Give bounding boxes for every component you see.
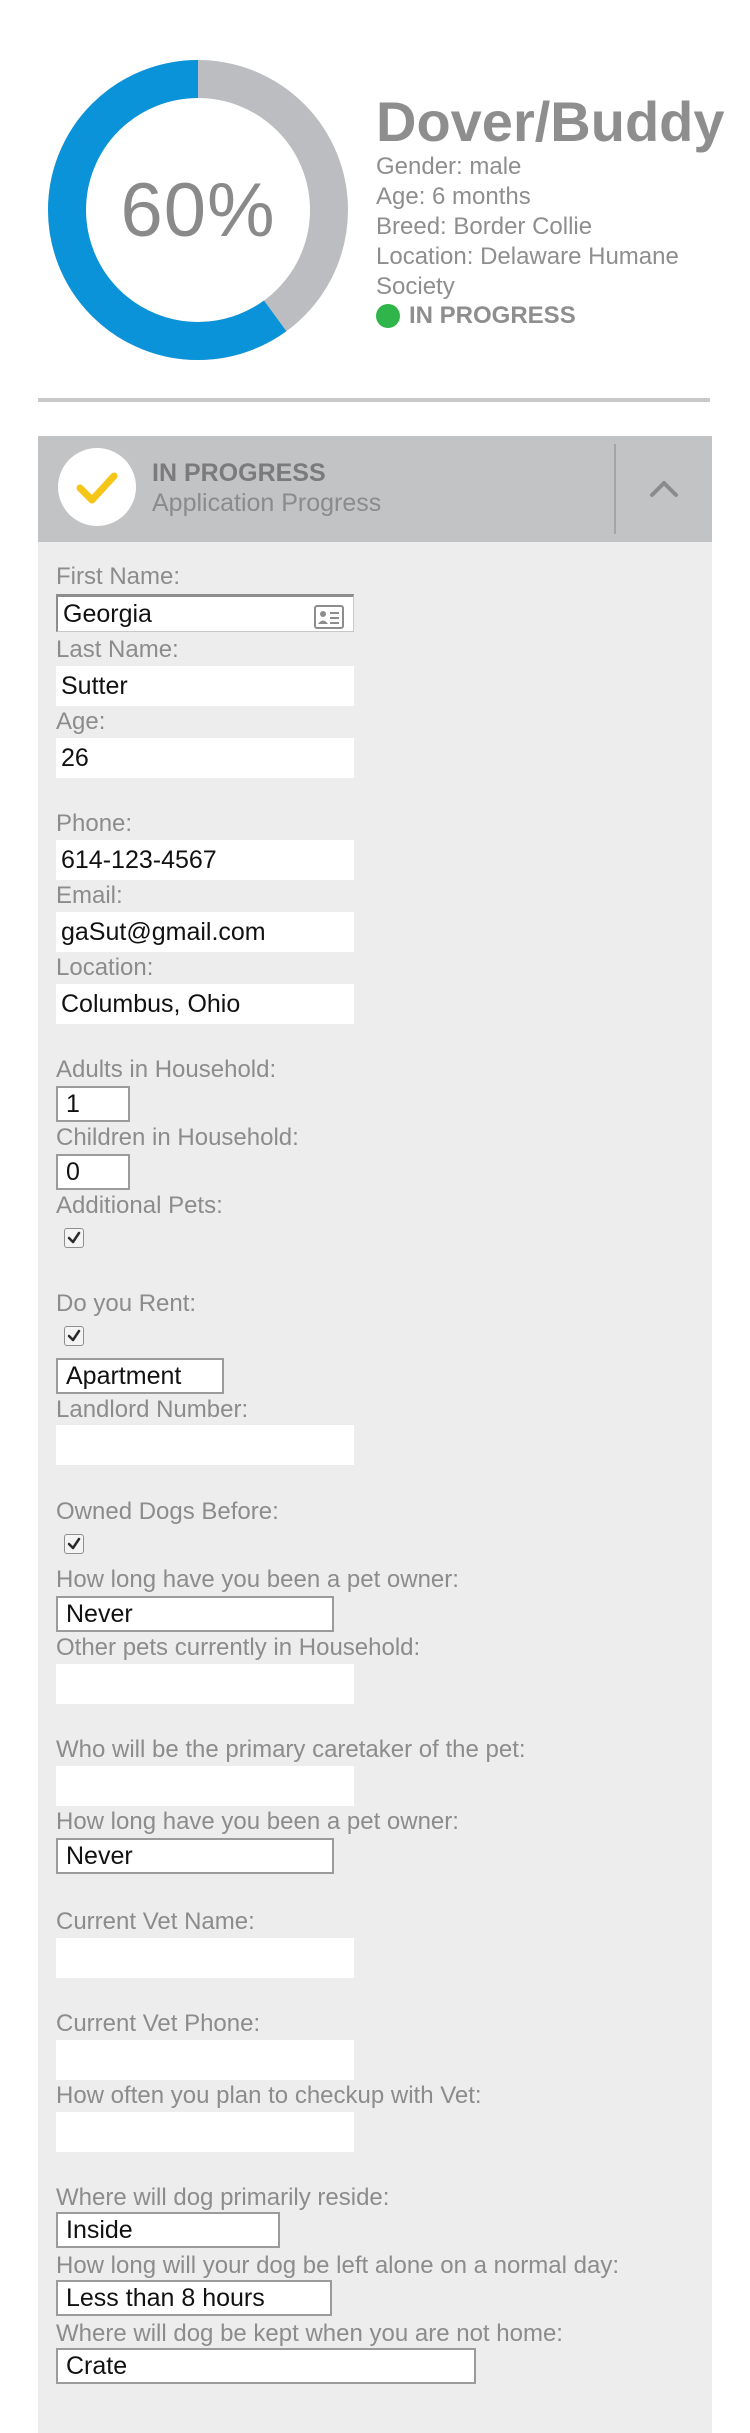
checkmark-icon	[67, 1231, 81, 1244]
age-input[interactable]: 26	[56, 738, 354, 778]
location-input[interactable]: Columbus, Ohio	[56, 984, 354, 1024]
email-input[interactable]: gaSut@gmail.com	[56, 912, 354, 952]
landlord-number-input[interactable]	[56, 1425, 354, 1465]
adults-number-input[interactable]: 1	[56, 1086, 130, 1122]
panel-subtitle: Application Progress	[152, 489, 382, 517]
location-label: Location:	[56, 954, 154, 981]
additional-pets-checkbox[interactable]	[64, 1228, 84, 1248]
collapse-button[interactable]	[616, 436, 712, 542]
vet-phone-label: Current Vet Phone:	[56, 2010, 261, 2037]
vet-name-input[interactable]	[56, 1938, 354, 1978]
reside-label: Where will dog primarily reside:	[56, 2184, 390, 2211]
alone-duration-label: How long will your dog be left alone on …	[56, 2252, 619, 2279]
checkmark-icon	[67, 1537, 81, 1550]
last-name-label: Last Name:	[56, 636, 179, 663]
pet-name-heading: Dover/Buddy	[376, 90, 725, 153]
pet-gender: Gender: male	[376, 153, 522, 180]
vet-name-label: Current Vet Name:	[56, 1908, 255, 1935]
last-name-input[interactable]: Sutter	[56, 666, 354, 706]
panel-status-label: IN PROGRESS	[152, 459, 326, 487]
other-pets-label: Other pets currently in Household:	[56, 1634, 421, 1661]
reside-input[interactable]: Inside	[56, 2212, 280, 2248]
children-label: Children in Household:	[56, 1124, 299, 1151]
vet-phone-input[interactable]	[56, 2040, 354, 2080]
first-name-label: First Name:	[56, 563, 181, 590]
rent-label: Do you Rent:	[56, 1290, 197, 1317]
progress-percent-label: 60%	[120, 167, 276, 253]
vet-checkup-input[interactable]	[56, 2112, 354, 2152]
pet-breed: Breed: Border Collie	[376, 213, 593, 240]
contact-card-icon[interactable]	[314, 605, 344, 629]
kept-location-input[interactable]: Crate	[56, 2348, 476, 2384]
status-text: IN PROGRESS	[409, 302, 576, 329]
other-pets-input[interactable]	[56, 1664, 354, 1704]
additional-pets-label: Additional Pets:	[56, 1192, 223, 1219]
housing-type-input[interactable]: Apartment	[56, 1358, 224, 1394]
kept-location-label: Where will dog be kept when you are not …	[56, 2320, 563, 2347]
alone-duration-input[interactable]: Less than 8 hours	[56, 2280, 332, 2316]
owned-dogs-label: Owned Dogs Before:	[56, 1498, 279, 1525]
owner-duration-input-2[interactable]: Never	[56, 1838, 334, 1874]
phone-label: Phone:	[56, 810, 133, 837]
owned-dogs-checkbox[interactable]	[64, 1534, 84, 1554]
adults-label: Adults in Household:	[56, 1056, 277, 1083]
chevron-up-icon	[650, 481, 678, 497]
owner-duration-label-2: How long have you been a pet owner:	[56, 1808, 459, 1835]
header-divider	[38, 398, 710, 402]
rent-checkbox[interactable]	[64, 1326, 84, 1346]
status-dot-icon	[376, 304, 400, 328]
caretaker-label: Who will be the primary caretaker of the…	[56, 1736, 526, 1763]
pet-location: Location: Delaware Humane	[376, 243, 679, 270]
children-number-input[interactable]: 0	[56, 1154, 130, 1190]
owner-duration-label: How long have you been a pet owner:	[56, 1566, 459, 1593]
phone-input[interactable]: 614-123-4567	[56, 840, 354, 880]
email-label: Email:	[56, 882, 123, 909]
pet-location-continued: Society	[376, 273, 455, 300]
first-name-input[interactable]: Georgia	[56, 594, 354, 632]
pet-age: Age: 6 months	[376, 183, 531, 210]
owner-duration-input[interactable]: Never	[56, 1596, 334, 1632]
vet-checkup-label: How often you plan to checkup with Vet:	[56, 2082, 482, 2109]
age-label: Age:	[56, 708, 106, 735]
checkmark-icon	[67, 1329, 81, 1342]
caretaker-input[interactable]	[56, 1766, 354, 1806]
landlord-number-label: Landlord Number:	[56, 1396, 249, 1423]
check-icon	[58, 448, 136, 526]
